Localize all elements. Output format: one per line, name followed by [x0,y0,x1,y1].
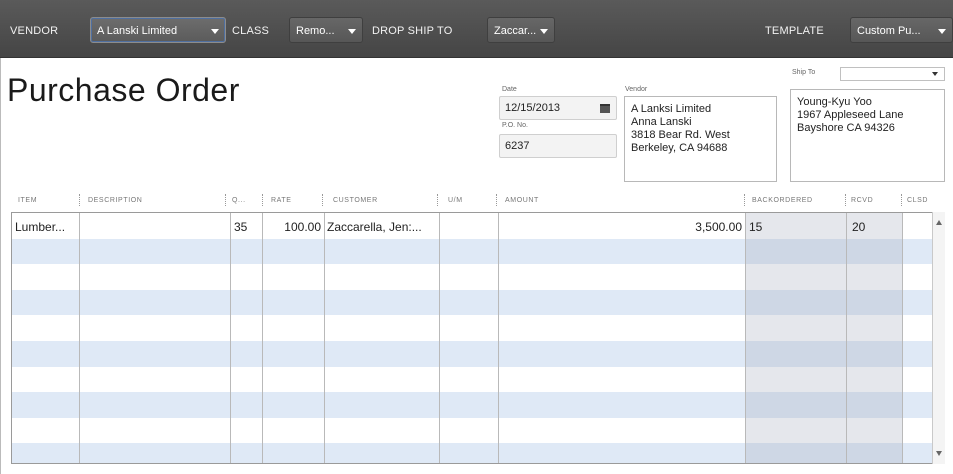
vertical-scrollbar[interactable] [932,212,945,464]
column-separator[interactable] [322,194,323,206]
column-divider [846,213,847,463]
class-label: CLASS [232,25,270,37]
vendor-address-line: 3818 Bear Rd. West [631,129,730,141]
ship-to-address-line: 1967 Appleseed Lane [797,109,904,121]
po-number-value: 6237 [505,140,530,152]
vendor-dropdown[interactable]: A Lanski Limited [90,17,226,43]
column-separator[interactable] [225,194,226,206]
column-divider [745,213,746,463]
chevron-down-icon [540,29,548,34]
ship-to-address-line: Young-Kyu Yoo [797,96,872,108]
cell-quantity[interactable]: 35 [234,220,247,234]
column-divider [230,213,231,463]
class-dropdown-value: Remo... [296,25,335,37]
ship-to-dropdown[interactable] [840,67,945,81]
vendor-address-line: Anna Lanski [631,116,692,128]
column-header-amount[interactable]: AMOUNT [505,197,539,204]
column-header-rate[interactable]: RATE [271,197,292,204]
drop-ship-label: DROP SHIP TO [372,25,453,37]
scroll-up-icon[interactable] [936,220,942,225]
date-field[interactable]: 12/15/2013 [499,96,617,120]
column-divider [498,213,499,463]
ship-to-label: Ship To [792,69,816,76]
chevron-down-icon [932,72,938,76]
column-header-um[interactable]: U/M [448,197,463,204]
calendar-icon[interactable] [600,104,610,113]
column-header-clsd[interactable]: CLSD [907,197,928,204]
column-header-backordered[interactable]: BACKORDERED [752,197,813,204]
column-separator[interactable] [744,194,745,206]
line-items-table: Lumber... 35 100.00 Zaccarella, Jen:... … [11,212,945,464]
backordered-column-shade [745,213,846,463]
column-separator[interactable] [496,194,497,206]
column-divider [324,213,325,463]
column-separator[interactable] [437,194,438,206]
po-number-field[interactable]: 6237 [499,134,617,158]
drop-ship-dropdown[interactable]: Zaccar... [487,17,555,43]
column-header-rcvd[interactable]: RCVD [851,197,873,204]
template-dropdown-value: Custom Pu... [857,25,921,37]
toolbar: VENDOR A Lanski Limited CLASS Remo... DR… [0,0,953,64]
vendor-address-field[interactable]: A Lanksi Limited Anna Lanski 3818 Bear R… [624,96,777,182]
column-separator[interactable] [79,194,80,206]
vendor-address-line: Berkeley, CA 94688 [631,142,728,154]
page-title: Purchase Order [7,72,240,108]
date-value: 12/15/2013 [505,102,561,114]
ship-to-address-field[interactable]: Young-Kyu Yoo 1967 Appleseed Lane Baysho… [790,89,945,182]
cell-rate[interactable]: 100.00 [268,220,321,234]
chevron-down-icon [938,29,946,34]
column-divider [262,213,263,463]
vendor-address-label: Vendor [625,86,648,93]
column-divider [439,213,440,463]
class-dropdown[interactable]: Remo... [289,17,363,43]
rcvd-column-shade [846,213,902,463]
cell-amount[interactable]: 3,500.00 [572,220,742,234]
drop-ship-dropdown-value: Zaccar... [494,25,537,37]
po-number-label: P.O. No. [502,122,528,129]
column-header-customer[interactable]: CUSTOMER [333,197,378,204]
column-header-description[interactable]: DESCRIPTION [88,197,142,204]
cell-item[interactable]: Lumber... [15,220,65,234]
chevron-down-icon [211,29,219,34]
ship-to-address-line: Bayshore CA 94326 [797,122,895,134]
vendor-dropdown-value: A Lanski Limited [97,25,178,37]
chevron-down-icon [348,29,356,34]
column-header-item[interactable]: ITEM [18,197,37,204]
column-header-quantity[interactable]: Q... [232,197,246,204]
column-separator[interactable] [845,194,846,206]
scroll-down-icon[interactable] [936,451,942,456]
template-dropdown[interactable]: Custom Pu... [850,17,953,43]
column-divider [79,213,80,463]
column-divider [902,213,903,463]
template-label: TEMPLATE [765,25,824,37]
column-separator[interactable] [262,194,263,206]
cell-backordered: 15 [749,220,763,234]
vendor-label: VENDOR [10,25,59,37]
cell-rcvd[interactable]: 20 [852,220,865,234]
vendor-address-line: A Lanksi Limited [631,103,712,115]
column-separator[interactable] [901,194,902,206]
date-label: Date [502,86,517,93]
cell-customer[interactable]: Zaccarella, Jen:... [327,220,422,234]
